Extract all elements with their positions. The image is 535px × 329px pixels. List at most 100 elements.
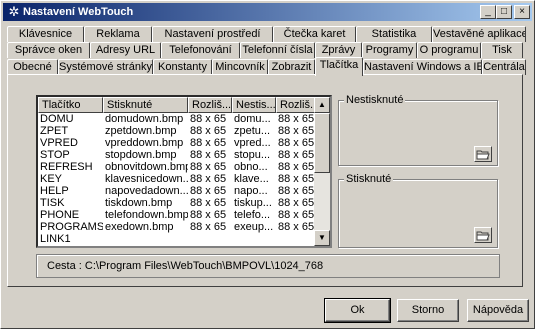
- tab-obecne[interactable]: Obecné: [7, 59, 58, 75]
- close-button[interactable]: ×: [514, 5, 530, 19]
- title-bar[interactable]: ✲ Nastavení WebTouch _ □ ×: [3, 3, 532, 21]
- list-cell: vpreddown.bmp: [105, 137, 184, 149]
- tab-zpravy[interactable]: Zprávy: [315, 42, 362, 58]
- list-cell: [103, 233, 188, 245]
- list-cell: exeup...: [234, 221, 274, 233]
- tab-telefonovani[interactable]: Telefonování: [161, 42, 240, 58]
- list-item[interactable]: REFRESH obnovitdown.bmp 88 x 65 obno... 88 x…: [38, 161, 318, 173]
- list-cell: zpetu...: [234, 125, 271, 137]
- tab-tisk[interactable]: Tisk: [481, 42, 523, 58]
- list-item[interactable]: STOP stopdown.bmp 88 x 65 stopu... 88 x 65: [38, 149, 318, 161]
- folder-icon: [476, 150, 490, 160]
- list-item[interactable]: PROGRAMS exedown.bmp 88 x 65 exeup... 88 x 6…: [38, 221, 318, 233]
- list-cell: 88 x 65: [278, 197, 315, 209]
- list-cell: ZPET: [40, 125, 69, 137]
- list-cell: klave...: [234, 173, 269, 185]
- scroll-thumb[interactable]: [314, 113, 330, 173]
- tab-konstanty[interactable]: Konstanty: [153, 59, 212, 75]
- tab-nastaveni-windows-ie[interactable]: Nastavení Windows a IE: [363, 59, 482, 75]
- list-cell: HELP: [40, 185, 69, 197]
- tab-statistika[interactable]: Statistika: [356, 26, 432, 42]
- list-cell: 88 x 65: [278, 125, 315, 137]
- list-item[interactable]: VPRED vpreddown.bmp 88 x 65 vpred... 88 x 65: [38, 137, 318, 149]
- list-cell: zpetdown.bmp: [105, 125, 177, 137]
- list-cell: stopu...: [234, 149, 271, 161]
- list-item[interactable]: PHONE telefondown.bmp 88 x 65 telefo... 88 x…: [38, 209, 318, 221]
- tab-klavesnice[interactable]: Klávesnice: [7, 26, 84, 42]
- list-item[interactable]: ZPET zpetdown.bmp 88 x 65 zpetu... 88 x 65: [38, 125, 318, 137]
- list-item[interactable]: LINK2: [38, 245, 318, 246]
- maximize-button[interactable]: □: [496, 5, 512, 19]
- tab-reklama[interactable]: Reklama: [84, 26, 152, 42]
- ok-button[interactable]: Ok: [324, 298, 391, 323]
- list-cell: 88 x 65: [190, 125, 227, 137]
- list-cell: STOP: [40, 149, 70, 161]
- list-cell: stopdown.bmp: [105, 149, 177, 161]
- list-cell: 88 x 65: [190, 209, 227, 221]
- gear-icon: ✲: [8, 4, 20, 19]
- tab-mincovnik[interactable]: Mincovník: [212, 59, 268, 75]
- list-cell: 88 x 65: [278, 221, 315, 233]
- list-item[interactable]: DOMU domudown.bmp 88 x 65 domu... 88 x 65: [38, 113, 318, 125]
- browse-unpressed-button[interactable]: [474, 146, 492, 162]
- tab-adresy-url[interactable]: Adresy URL: [90, 42, 161, 58]
- list-cell: 88 x 65: [190, 137, 227, 149]
- tab-ctecka-karet[interactable]: Čtečka karet: [273, 26, 356, 42]
- list-cell: [232, 245, 276, 246]
- scroll-down-icon[interactable]: ▼: [314, 230, 330, 246]
- tab-centrala[interactable]: Centrála: [482, 59, 526, 75]
- window-title: Nastavení WebTouch: [23, 6, 134, 18]
- list-cell: PHONE: [40, 209, 80, 221]
- tab-zobrazit[interactable]: Zobrazit: [268, 59, 315, 75]
- group-pressed: Stisknuté: [338, 173, 498, 248]
- list-cell: telefondown.bmp: [105, 209, 188, 221]
- list-cell: 88 x 65: [278, 173, 315, 185]
- list-cell: 88 x 65: [278, 137, 315, 149]
- column-header-rozliseni-1[interactable]: Rozliš...: [188, 97, 232, 113]
- tab-telefonni-cisla[interactable]: Telefonní čísla: [240, 42, 315, 58]
- tab-systemove-stranky[interactable]: Systémové stránky: [58, 59, 153, 75]
- list-cell: 88 x 65: [278, 149, 315, 161]
- column-header-stisknute[interactable]: Stisknuté: [103, 97, 188, 113]
- tab-o-programu[interactable]: O programu: [417, 42, 481, 58]
- help-button[interactable]: Nápověda: [467, 299, 529, 322]
- cancel-button[interactable]: Storno: [397, 299, 459, 322]
- list-cell: telefo...: [234, 209, 271, 221]
- list-item[interactable]: TISK tiskdown.bmp 88 x 65 tiskup... 88 x 65: [38, 197, 318, 209]
- list-cell: [103, 245, 188, 246]
- tab-spravce-oken[interactable]: Správce oken: [7, 42, 90, 58]
- list-cell: domudown.bmp: [105, 113, 184, 125]
- list-cell: domu...: [234, 113, 271, 125]
- scroll-up-icon[interactable]: ▲: [314, 97, 330, 113]
- group-unpressed-label: Nestisknuté: [344, 94, 406, 106]
- buttons-list[interactable]: Tlačítko Stisknuté Rozliš... Nestis... R…: [36, 95, 332, 248]
- tab-tlacitka[interactable]: Tlačítka: [315, 57, 363, 76]
- list-item[interactable]: KEY klavesnicedown.... 88 x 65 klave... 88 x…: [38, 173, 318, 185]
- column-header-tlacitko[interactable]: Tlačítko: [38, 97, 103, 113]
- list-cell: VPRED: [40, 137, 78, 149]
- list-item[interactable]: HELP napovedadown.... 88 x 65 napo... 88 x 6…: [38, 185, 318, 197]
- column-header-rozliseni-2[interactable]: Rozliš...: [276, 97, 318, 113]
- folder-icon: [476, 231, 490, 241]
- column-header-nestisknute[interactable]: Nestis...: [232, 97, 276, 113]
- list-cell: obnovitdown.bmp: [105, 161, 188, 173]
- browse-pressed-button[interactable]: [474, 227, 492, 243]
- list-body: DOMU domudown.bmp 88 x 65 domu... 88 x 65 ZPE…: [38, 113, 318, 246]
- settings-window: ✲ Nastavení WebTouch _ □ × Klávesnice Re…: [0, 0, 535, 329]
- tab-programy[interactable]: Programy: [362, 42, 417, 58]
- list-cell: klavesnicedown....: [105, 173, 188, 185]
- list-cell: 88 x 65: [278, 113, 315, 125]
- list-cell: exedown.bmp: [105, 221, 174, 233]
- list-scrollbar[interactable]: ▲ ▼: [314, 97, 330, 246]
- list-cell: 88 x 65: [190, 221, 227, 233]
- list-cell: KEY: [40, 173, 63, 185]
- list-cell: 88 x 65: [278, 209, 315, 221]
- tab-nastaveni-prostredi[interactable]: Nastavení prostředí: [152, 26, 273, 42]
- list-cell: 88 x 65: [190, 113, 227, 125]
- list-cell: 88 x 65: [190, 161, 227, 173]
- list-cell: REFRESH: [40, 161, 93, 173]
- list-cell: obno...: [234, 161, 268, 173]
- list-item[interactable]: LINK1: [38, 233, 318, 245]
- tab-vestavene-aplikace[interactable]: Vestavěné aplikace: [432, 26, 526, 42]
- minimize-button[interactable]: _: [480, 5, 496, 19]
